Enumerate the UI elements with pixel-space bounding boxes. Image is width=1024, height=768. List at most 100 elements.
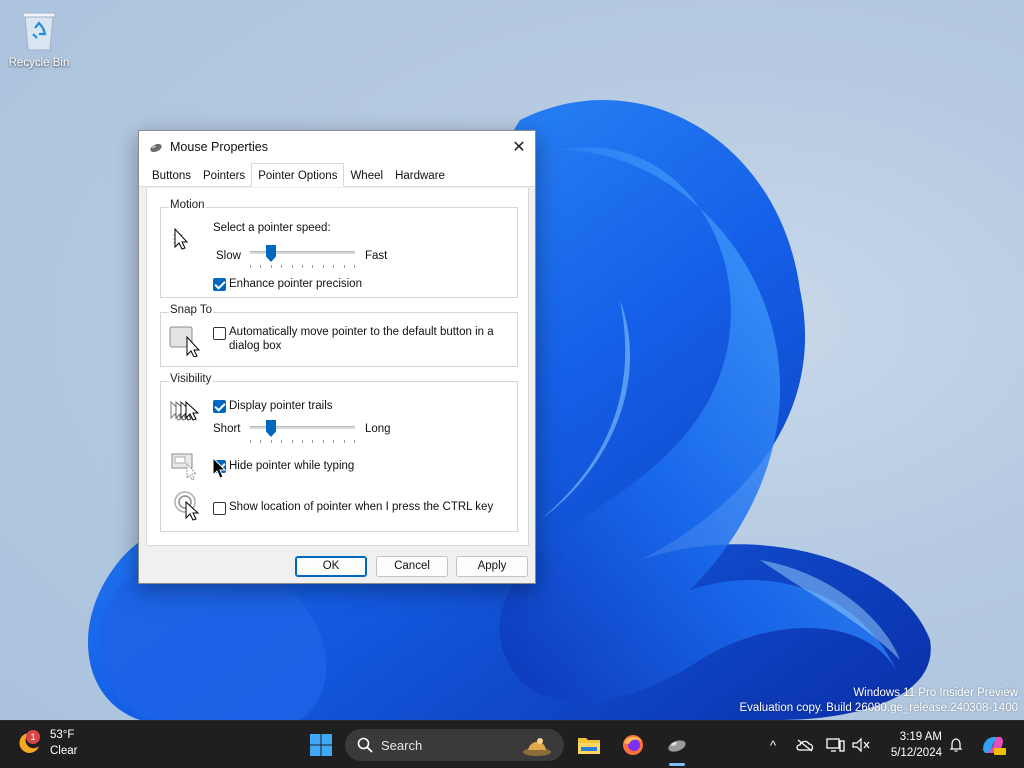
start-button[interactable] xyxy=(305,729,337,761)
tab-pointers[interactable]: Pointers xyxy=(197,166,251,186)
pointer-trails-label: Display pointer trails xyxy=(229,400,333,412)
slider-tick xyxy=(302,440,303,443)
weather-widget[interactable]: 1 53°F Clear xyxy=(16,727,77,759)
tab-strip: Buttons Pointers Pointer Options Wheel H… xyxy=(139,163,535,187)
file-explorer-button[interactable] xyxy=(573,729,605,761)
taskbar-search[interactable]: Search xyxy=(345,729,564,761)
slider-tick xyxy=(323,265,324,268)
slider-tick xyxy=(292,265,293,268)
hide-pointer-icon xyxy=(171,453,198,480)
slider-tick xyxy=(323,440,324,443)
slider-tick xyxy=(260,265,261,268)
visibility-legend: Visibility xyxy=(169,373,213,385)
slider-tick xyxy=(333,265,334,268)
onedrive-icon[interactable] xyxy=(795,735,815,755)
hide-while-typing-label: Hide pointer while typing xyxy=(229,460,355,472)
show-location-ctrl-label: Show location of pointer when I press th… xyxy=(229,501,494,513)
trail-length-slider-thumb[interactable] xyxy=(266,420,276,437)
mouse-icon xyxy=(668,740,686,752)
mouse-properties-dialog: Mouse Properties ✕ Buttons Pointers Poin… xyxy=(138,130,536,584)
notification-bell-icon[interactable] xyxy=(946,735,966,755)
weather-temperature: 53°F xyxy=(50,729,75,741)
slider-tick xyxy=(250,440,251,443)
slider-tick xyxy=(271,440,272,443)
active-window-indicator xyxy=(669,763,685,766)
weather-condition: Clear xyxy=(50,745,78,757)
tab-wheel[interactable]: Wheel xyxy=(344,166,389,186)
dialog-titlebar[interactable]: Mouse Properties ✕ xyxy=(139,131,535,163)
tab-buttons[interactable]: Buttons xyxy=(146,166,197,186)
visibility-group: Visibility Display pointer trails Short … xyxy=(160,373,518,532)
slider-tick xyxy=(312,265,313,268)
motion-legend: Motion xyxy=(169,199,206,211)
mouse-properties-taskbar-button[interactable] xyxy=(661,729,693,761)
auto-move-pointer-label-line1: Automatically move pointer to the defaul… xyxy=(229,326,494,338)
folder-icon xyxy=(578,738,600,754)
search-placeholder: Search xyxy=(381,737,423,753)
slider-tick xyxy=(354,440,355,443)
auto-move-pointer-checkbox[interactable] xyxy=(213,327,226,340)
ok-button[interactable]: OK xyxy=(295,556,367,577)
enhance-precision-label: Enhance pointer precision xyxy=(229,278,362,290)
enhance-precision-checkbox[interactable] xyxy=(213,278,226,291)
evaluation-watermark: Windows 11 Pro Insider Preview Evaluatio… xyxy=(739,686,1018,716)
slider-tick xyxy=(271,265,272,268)
recycle-bin-shortcut[interactable]: Recycle Bin xyxy=(6,8,72,69)
slider-tick xyxy=(281,265,282,268)
slider-tick xyxy=(354,265,355,268)
chevron-up-icon[interactable]: ^ xyxy=(763,735,783,755)
pointer-speed-label: Select a pointer speed: xyxy=(213,222,331,234)
slider-tick xyxy=(250,265,251,268)
slider-tick xyxy=(344,440,345,443)
network-icon[interactable] xyxy=(826,735,846,755)
pointer-speed-icon xyxy=(173,227,189,250)
pointer-trails-checkbox[interactable] xyxy=(213,400,226,413)
trail-length-ticks xyxy=(250,440,355,444)
long-label: Long xyxy=(365,423,391,435)
apply-button[interactable]: Apply xyxy=(456,556,528,577)
dialog-title: Mouse Properties xyxy=(170,140,268,154)
slider-tick xyxy=(260,440,261,443)
cancel-button[interactable]: Cancel xyxy=(376,556,448,577)
short-label: Short xyxy=(213,423,241,435)
trail-length-track[interactable] xyxy=(250,426,355,429)
watermark-line-1: Windows 11 Pro Insider Preview xyxy=(853,687,1018,699)
search-highlight-icon xyxy=(523,738,551,756)
mouse-icon xyxy=(150,143,162,153)
pointer-speed-slider-thumb[interactable] xyxy=(266,245,276,262)
windows-logo-icon xyxy=(310,734,332,756)
recycle-bin-label: Recycle Bin xyxy=(8,57,70,69)
show-location-ctrl-checkbox[interactable] xyxy=(213,502,226,515)
firefox-button[interactable] xyxy=(617,729,649,761)
snap-to-icon xyxy=(169,326,201,357)
clock-date: 5/12/2024 xyxy=(890,747,942,759)
recycle-bin-icon xyxy=(22,12,56,51)
watermark-line-2: Evaluation copy. Build 26080.ge_release.… xyxy=(739,702,1018,714)
weather-badge: 1 xyxy=(26,730,40,744)
tab-pointer-options[interactable]: Pointer Options xyxy=(251,163,345,187)
close-button[interactable]: ✕ xyxy=(503,131,535,162)
slider-tick xyxy=(333,440,334,443)
pointer-speed-ticks xyxy=(250,265,355,269)
taskbar: 1 53°F Clear Search ^ 3:19 AM 5/12/2024 xyxy=(0,720,1024,768)
slider-tick xyxy=(281,440,282,443)
snap-to-legend: Snap To xyxy=(169,304,213,316)
fast-label: Fast xyxy=(365,250,388,262)
slider-tick xyxy=(292,440,293,443)
close-icon: ✕ xyxy=(512,138,526,156)
weather-moon-icon: 1 xyxy=(16,730,42,756)
volume-muted-icon[interactable] xyxy=(851,735,871,755)
clock-time: 3:19 AM xyxy=(899,731,942,743)
mouse-cursor-icon xyxy=(212,457,227,479)
clock[interactable]: 3:19 AM 5/12/2024 xyxy=(891,729,942,761)
auto-move-pointer-label-line2: dialog box xyxy=(229,340,282,352)
tab-hardware[interactable]: Hardware xyxy=(389,166,451,186)
snap-to-group: Snap To Automatically move pointer to th… xyxy=(160,304,518,367)
copilot-icon[interactable] xyxy=(980,735,1006,755)
slider-tick xyxy=(302,265,303,268)
slider-tick xyxy=(312,440,313,443)
ctrl-locate-icon xyxy=(174,491,200,521)
motion-group: Motion Select a pointer speed: Slow Fast… xyxy=(160,199,518,298)
pointer-trails-icon xyxy=(170,400,200,421)
pointer-speed-track[interactable] xyxy=(250,251,355,254)
